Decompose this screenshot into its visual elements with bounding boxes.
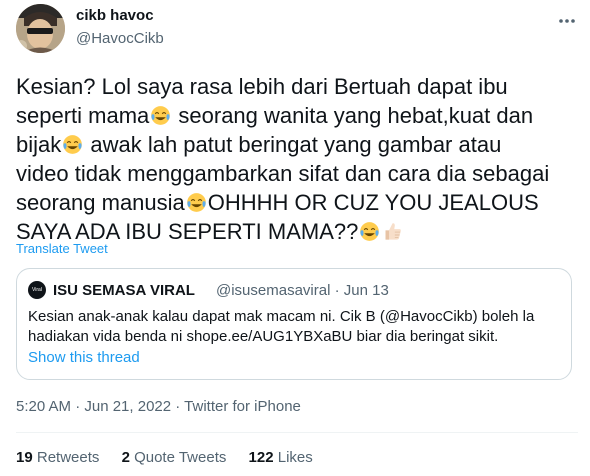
retweets-stat[interactable]: 19 Retweets xyxy=(16,449,99,466)
more-options-button[interactable] xyxy=(556,10,578,32)
tweet-timestamp-source[interactable]: 5:20 AM · Jun 21, 2022 · Twitter for iPh… xyxy=(16,398,301,415)
show-thread-link[interactable]: Show this thread xyxy=(28,349,140,366)
quote-tweets-stat[interactable]: 2 Quote Tweets xyxy=(122,449,227,466)
likes-stat[interactable]: 122 Likes xyxy=(249,449,313,466)
quoted-author-handle-date[interactable]: @isusemasaviral · Jun 13 xyxy=(216,282,389,299)
translate-tweet-link[interactable]: Translate Tweet xyxy=(16,241,108,256)
quoted-author-avatar[interactable]: Viral xyxy=(28,281,46,299)
face-with-tears-of-joy-icon xyxy=(63,135,83,154)
quoted-line-2: hadiakan vida benda ni shope.ee/AUG1YBXa… xyxy=(28,328,499,345)
author-avatar[interactable] xyxy=(16,4,65,53)
author-name[interactable]: cikb havoc xyxy=(76,7,154,24)
tweet-line: video tidak menggambarkan sifat dan cara… xyxy=(16,161,550,186)
tweet-line: Kesian? Lol saya rasa lebih dari Bertuah… xyxy=(16,74,508,99)
face-with-tears-of-joy-icon xyxy=(186,193,206,212)
face-with-tears-of-joy-icon xyxy=(151,106,171,125)
quoted-author-name[interactable]: ISU SEMASA VIRAL xyxy=(53,282,195,299)
divider xyxy=(16,432,578,433)
quoted-tweet-text: Kesian anak-anak kalau dapat mak macam n… xyxy=(28,307,548,347)
face-with-tears-of-joy-icon xyxy=(360,222,380,241)
tweet-line: seperti mama seorang wanita yang hebat,k… xyxy=(16,103,534,128)
thumbs-up-icon xyxy=(385,223,402,240)
author-handle[interactable]: @HavocCikb xyxy=(76,30,164,47)
more-dots-icon xyxy=(559,19,575,23)
tweet-line: seorang manusia OHHHH OR CUZ YOU JEALOUS xyxy=(16,190,539,215)
tweet-text: Kesian? Lol saya rasa lebih dari Bertuah… xyxy=(16,72,578,246)
tweet-stats: 19 Retweets 2 Quote Tweets 122 Likes xyxy=(16,449,331,466)
quoted-tweet-card[interactable]: Viral ISU SEMASA VIRAL @isusemasaviral ·… xyxy=(16,268,572,380)
quoted-line-1: Kesian anak-anak kalau dapat mak macam n… xyxy=(28,308,535,325)
tweet-line: bijak awak lah patut beringat yang gamba… xyxy=(16,132,502,157)
avatar-image xyxy=(16,4,65,53)
